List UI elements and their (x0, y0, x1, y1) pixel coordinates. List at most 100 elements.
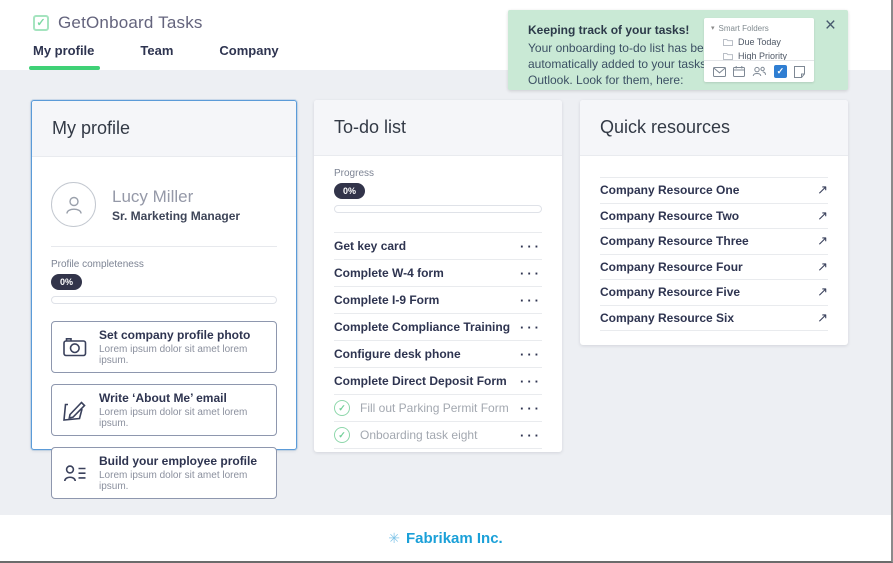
task-more-menu-icon[interactable]: ··· (520, 402, 542, 415)
resource-label: Company Resource Six (600, 311, 734, 325)
task-label: Complete I-9 Form (334, 293, 520, 307)
completeness-badge: 0% (51, 274, 82, 290)
tab-team[interactable]: Team (140, 43, 173, 70)
action-title: Set company profile photo (99, 328, 265, 342)
close-icon[interactable]: × (825, 15, 836, 37)
smart-folders-preview: ▾ Smart Folders Due Today High Priority … (704, 18, 814, 82)
completeness-progress-bar (51, 296, 277, 304)
mail-icon (713, 67, 726, 77)
resource-link[interactable]: Company Resource Four ↗ (600, 255, 828, 281)
task-label: Complete Direct Deposit Form (334, 374, 520, 388)
task-row: ✓ Fill out Parking Permit Form··· (334, 395, 542, 422)
completeness-label: Profile completeness (51, 259, 277, 270)
task-more-menu-icon[interactable]: ··· (520, 429, 542, 442)
outlook-toast: Keeping track of your tasks! Your onboar… (508, 10, 848, 90)
build-employee-profile-button[interactable]: Build your employee profile Lorem ipsum … (51, 447, 277, 499)
task-row: ✓Complete I-9 Form··· (334, 287, 542, 314)
task-list: ✓Get key card···✓Complete W-4 form···✓Co… (334, 232, 542, 449)
set-profile-photo-button[interactable]: Set company profile photo Lorem ipsum do… (51, 321, 277, 373)
toast-title: Keeping track of your tasks! (528, 23, 689, 37)
profile-actions: Set company profile photo Lorem ipsum do… (51, 321, 277, 499)
task-done-check-icon: ✓ (334, 400, 350, 416)
tab-my-profile[interactable]: My profile (33, 43, 94, 70)
todo-card-title: To-do list (314, 100, 562, 156)
task-more-menu-icon[interactable]: ··· (520, 375, 542, 388)
resource-link[interactable]: Company Resource Three↗ (600, 229, 828, 255)
smart-folder-item: Due Today (723, 37, 814, 47)
person-icon (62, 193, 86, 217)
todo-list-card: To-do list Progress 0% ✓Get key card···✓… (314, 100, 562, 452)
action-title: Write ‘About Me’ email (99, 391, 265, 405)
resource-link[interactable]: Company Resource One ↗ (600, 178, 828, 204)
progress-label: Progress (334, 168, 542, 179)
collapse-triangle-icon: ▾ (711, 25, 715, 32)
resources-card-title: Quick resources (580, 100, 848, 156)
compose-icon (63, 400, 90, 421)
task-more-menu-icon[interactable]: ··· (520, 348, 542, 361)
task-label: Onboarding task eight (360, 428, 520, 442)
task-more-menu-icon[interactable]: ··· (520, 294, 542, 307)
resource-link[interactable]: Company Resource Six ↗ (600, 306, 828, 332)
my-profile-card: My profile Lucy Miller Sr. Marketing Man… (31, 100, 297, 450)
action-title: Build your employee profile (99, 454, 265, 468)
task-more-menu-icon[interactable]: ··· (520, 267, 542, 280)
action-subtitle: Lorem ipsum dolor sit amet lorem ipsum. (99, 344, 265, 366)
resource-label: Company Resource One (600, 183, 739, 197)
people-icon (752, 66, 766, 77)
resource-link[interactable]: Company Resource Two ↗ (600, 204, 828, 230)
task-row: ✓Complete Compliance Training··· (334, 314, 542, 341)
progress-badge: 0% (334, 183, 365, 199)
resource-label: Company Resource Four (600, 260, 743, 274)
task-done-check-icon: ✓ (334, 427, 350, 443)
logo-checkbox-icon: ✓ (33, 15, 49, 31)
folder-icon (723, 38, 733, 46)
app-logo: ✓ GetOnboard Tasks (33, 13, 203, 33)
person-role: Sr. Marketing Manager (112, 209, 240, 223)
write-about-me-button[interactable]: Write ‘About Me’ email Lorem ipsum dolor… (51, 384, 277, 436)
external-link-icon: ↗ (817, 310, 828, 326)
task-row: ✓ Onboarding task eight··· (334, 422, 542, 449)
fabrikam-mark-icon: ✳ (388, 530, 400, 547)
task-label: Fill out Parking Permit Form (360, 401, 520, 415)
outlook-nav-icons: ✓ (704, 60, 814, 82)
task-label: Configure desk phone (334, 347, 520, 361)
task-row: ✓Complete Direct Deposit Form··· (334, 368, 542, 395)
task-more-menu-icon[interactable]: ··· (520, 321, 542, 334)
external-link-icon: ↗ (817, 259, 828, 275)
tab-company[interactable]: Company (219, 43, 278, 70)
external-link-icon: ↗ (817, 208, 828, 224)
profile-identity: Lucy Miller Sr. Marketing Manager (51, 182, 277, 227)
app-title: GetOnboard Tasks (58, 13, 203, 33)
task-row: ✓Complete W-4 form··· (334, 260, 542, 287)
resource-label: Company Resource Two (600, 209, 739, 223)
calendar-icon (733, 66, 745, 77)
person-name: Lucy Miller (112, 187, 240, 207)
resource-label: Company Resource Five (600, 285, 740, 299)
resource-link[interactable]: Company Resource Five ↗ (600, 280, 828, 306)
folder-icon (723, 52, 733, 60)
external-link-icon: ↗ (817, 233, 828, 249)
external-link-icon: ↗ (817, 182, 828, 198)
todo-progress-bar (334, 205, 542, 213)
smart-folder-label: Due Today (738, 37, 781, 47)
contact-card-icon (63, 464, 90, 483)
smart-folders-header: ▾ Smart Folders (711, 24, 814, 33)
app-window: ✓ GetOnboard Tasks My profile Team Company… (0, 0, 893, 563)
notes-icon (794, 66, 805, 78)
avatar (51, 182, 96, 227)
external-link-icon: ↗ (817, 284, 828, 300)
task-label: Get key card (334, 239, 520, 253)
toast-body: Your onboarding to-do list has been auto… (528, 40, 722, 88)
smart-folders-label: Smart Folders (719, 24, 769, 33)
divider (51, 246, 277, 247)
tasks-icon: ✓ (774, 65, 787, 78)
camera-icon (63, 337, 90, 357)
task-label: Complete Compliance Training (334, 320, 520, 334)
task-more-menu-icon[interactable]: ··· (520, 240, 542, 253)
task-row: ✓Get key card··· (334, 233, 542, 260)
footer-brand: Fabrikam Inc. (406, 530, 503, 547)
action-subtitle: Lorem ipsum dolor sit amet lorem ipsum. (99, 407, 265, 429)
tab-bar: My profile Team Company (33, 43, 279, 70)
task-row: ✓Configure desk phone··· (334, 341, 542, 368)
resource-list: Company Resource One↗Company Resource Tw… (600, 177, 828, 331)
